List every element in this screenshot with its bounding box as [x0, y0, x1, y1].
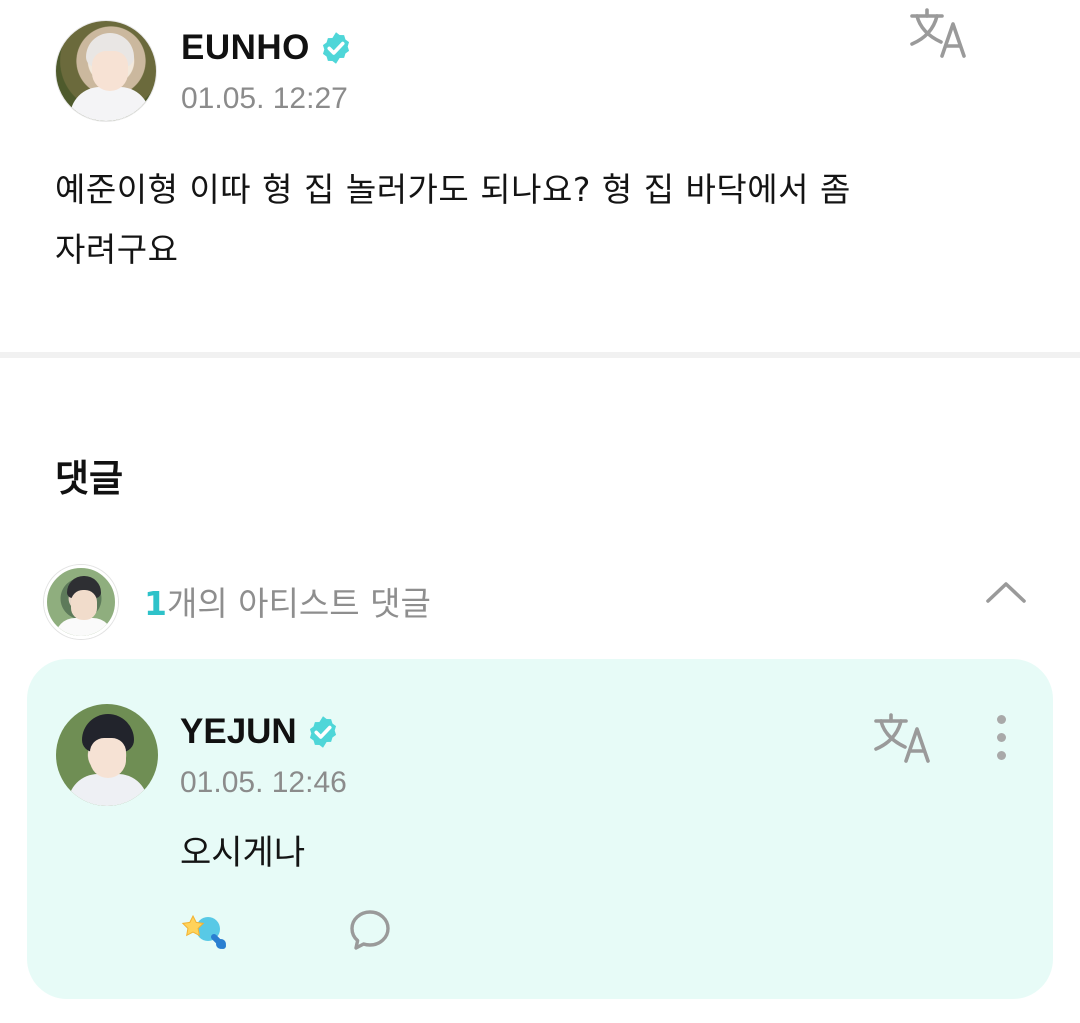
chevron-up-icon[interactable]	[984, 577, 1028, 607]
post-body-line: 자려구요	[55, 230, 179, 269]
translate-icon[interactable]	[872, 711, 936, 765]
artist-reply-card: YEJUN 01.05. 12:46 오시게나	[27, 659, 1053, 999]
section-divider	[0, 352, 1080, 358]
post-body: 예준이형 이따 형 집 놀러가도 되나요? 형 집 바닥에서 좀 자려구요	[55, 160, 1015, 280]
comments-section-title: 댓글	[55, 457, 124, 500]
like-icon[interactable]	[181, 907, 231, 953]
reply-author-name[interactable]: YEJUN	[180, 712, 341, 752]
reply-timestamp: 01.05. 12:46	[180, 766, 347, 799]
more-vertical-icon[interactable]	[989, 715, 1013, 767]
author-avatar[interactable]	[55, 20, 157, 122]
reply-author-name-text: YEJUN	[180, 712, 297, 751]
artist-comments-toggle[interactable]: 1개의 아티스트 댓글	[44, 563, 1034, 639]
comment-bubble-icon[interactable]	[348, 907, 392, 953]
author-name[interactable]: EUNHO	[181, 28, 354, 68]
artist-avatar	[44, 565, 118, 639]
artist-comment-count: 1개의 아티스트 댓글	[144, 577, 431, 625]
artist-comment-count-number: 1	[144, 584, 167, 623]
post-header: EUNHO 01.05. 12:27	[55, 20, 1035, 122]
artist-comment-count-label: 개의 아티스트 댓글	[166, 584, 431, 623]
post-timestamp: 01.05. 12:27	[181, 82, 348, 115]
post-body-line: 예준이형 이따 형 집 놀러가도 되나요? 형 집 바닥에서 좀	[55, 170, 851, 209]
author-name-text: EUNHO	[181, 28, 310, 67]
verified-badge-icon	[309, 716, 336, 748]
verified-badge-icon	[322, 32, 349, 64]
reply-text: 오시게나	[180, 833, 306, 873]
post-detail-page: EUNHO 01.05. 12:27 예준이형 이따 형 집 놀러가도 되나요?…	[0, 0, 1080, 1023]
reply-author-avatar[interactable]	[56, 704, 158, 806]
translate-icon[interactable]	[908, 6, 972, 60]
